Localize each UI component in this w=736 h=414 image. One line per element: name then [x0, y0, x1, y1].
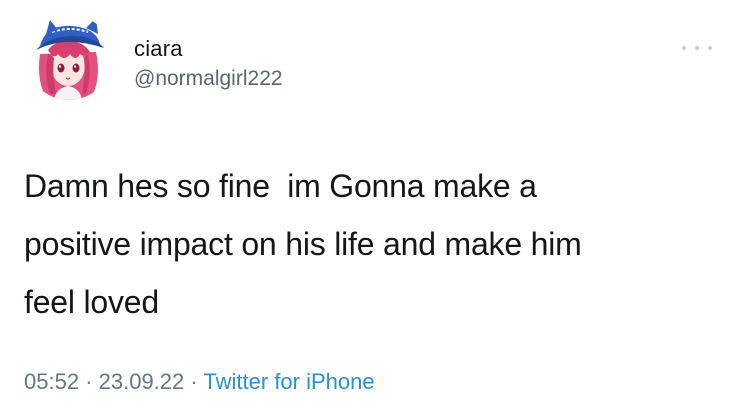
display-name[interactable]: ciara: [134, 36, 283, 62]
user-names: ciara @normalgirl222: [134, 36, 283, 93]
avatar[interactable]: [26, 14, 112, 100]
tweet-card: ciara @normalgirl222 Damn hes so fine im…: [0, 0, 736, 414]
tweet-source-link[interactable]: Twitter for iPhone: [203, 369, 374, 394]
more-options-icon[interactable]: [682, 40, 712, 56]
user-handle[interactable]: @normalgirl222: [134, 65, 283, 93]
more-dot: [708, 46, 712, 50]
tweet-date[interactable]: 23.09.22: [99, 369, 185, 394]
more-dot: [682, 46, 686, 50]
more-dot: [695, 46, 699, 50]
tweet-meta: 05:52 · 23.09.22 · Twitter for iPhone: [24, 367, 375, 397]
meta-separator: ·: [79, 369, 99, 394]
tweet-text: Damn hes so fine im Gonna make a positiv…: [24, 168, 582, 320]
tweet-time[interactable]: 05:52: [24, 369, 79, 394]
meta-separator: ·: [184, 369, 204, 394]
anime-girl-avatar-icon: [26, 14, 112, 100]
